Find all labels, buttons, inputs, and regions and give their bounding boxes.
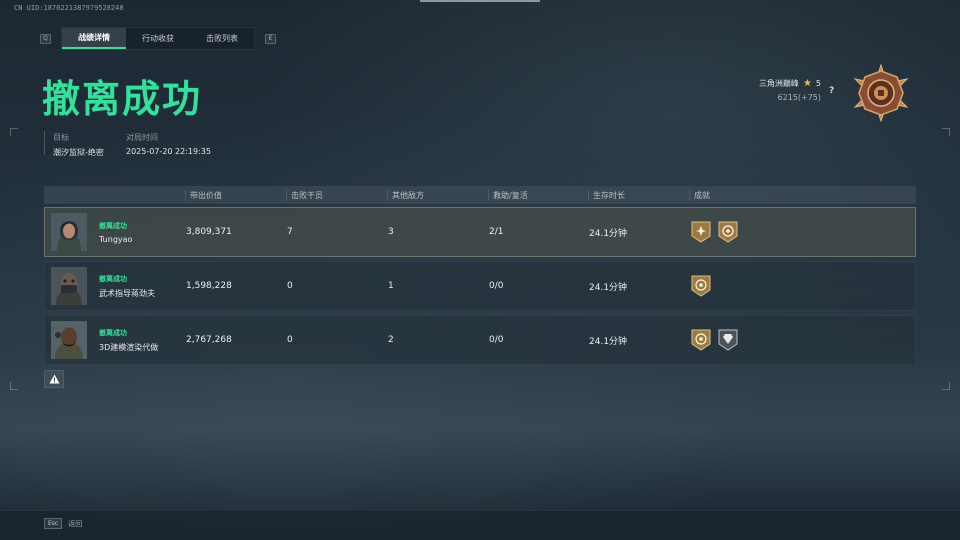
meta-target: 目标 潮汐监狱-绝密 (53, 132, 104, 158)
back-label: 返回 (68, 519, 83, 528)
warning-icon (49, 374, 59, 384)
frame-corner (10, 382, 18, 390)
gold-star-badge-icon[interactable] (690, 220, 712, 244)
gold-compass-badge-icon[interactable] (690, 274, 712, 298)
rank-info: 三角洲巅峰 ★ 5 6215(+75) (759, 78, 821, 102)
gold-compass-badge-icon[interactable] (690, 328, 712, 352)
header-survival: 生存时长 (588, 189, 689, 201)
header-assist: 救助/复活 (488, 189, 588, 201)
cell-achievements (690, 274, 915, 298)
target-label: 目标 (53, 133, 69, 142)
table-row[interactable]: 撤离成功 武术指导蒋劲夫 1,598,228 0 1 0/0 24.1分钟 (44, 261, 916, 311)
table-header: 带出价值 击败干员 其他敌方 救助/复活 生存时长 成就 (44, 186, 916, 204)
time-label: 对局时间 (126, 133, 158, 142)
table-row[interactable]: 撤离成功 Tungyao 3,809,371 7 3 2/1 24.1分钟 (44, 207, 916, 257)
operator-avatar (51, 213, 87, 251)
header-other: 其他敌方 (387, 189, 488, 201)
help-icon[interactable]: ? (829, 86, 834, 96)
player-name[interactable]: Tungyao (99, 235, 132, 244)
operator-avatar (51, 321, 87, 359)
cell-survival: 24.1分钟 (589, 228, 628, 239)
tab-prev-key[interactable]: Q (40, 33, 51, 44)
target-value: 潮汐监狱-绝密 (53, 148, 104, 157)
tab-kill-list[interactable]: 击败列表 (190, 28, 254, 49)
cell-kills: 0 (287, 281, 293, 291)
tab-action-loot[interactable]: 行动收获 (126, 28, 190, 49)
header-achievements: 成就 (689, 189, 916, 201)
cell-kills: 0 (287, 335, 293, 345)
frame-corner (10, 128, 18, 136)
player-status: 撤离成功 (99, 328, 127, 337)
cell-value: 1,598,228 (186, 281, 232, 291)
top-notch (420, 0, 540, 2)
frame-corner (942, 382, 950, 390)
player-cell: 撤离成功 3D建模渲染代做 (45, 321, 186, 359)
cell-assist: 0/0 (489, 281, 504, 291)
frame-corner (942, 128, 950, 136)
esc-key[interactable]: Esc (44, 518, 63, 529)
player-uid: CN UID:1870221387979528248 (14, 4, 124, 12)
rank-tier: 三角洲巅峰 (758, 79, 799, 88)
header-kills: 击败干员 (286, 189, 387, 201)
player-status: 撤离成功 (99, 274, 127, 283)
silver-gem-badge-icon[interactable] (717, 328, 739, 352)
rank-stars: 5 (815, 79, 821, 88)
rank-medal-icon[interactable] (852, 64, 910, 122)
result-title: 撤离成功 (42, 77, 203, 121)
meta-time: 对局时间 2025-07-20 22:19:35 (126, 132, 211, 156)
tab-group: 战绩详情 行动收获 击败列表 (61, 27, 255, 50)
cell-value: 3,809,371 (186, 227, 232, 237)
scoreboard-table: 带出价值 击败干员 其他敌方 救助/复活 生存时长 成就 撤离成功 Tungya… (44, 186, 916, 365)
header-value: 带出价值 (185, 189, 286, 201)
report-button[interactable] (44, 370, 64, 388)
cell-value: 2,767,268 (186, 335, 232, 345)
cell-kills: 7 (287, 227, 293, 237)
rank-score: 6215(+75) (777, 93, 821, 102)
player-status: 撤离成功 (99, 221, 127, 230)
star-icon: ★ (802, 78, 812, 89)
gold-compass-badge-icon[interactable] (717, 220, 739, 244)
meta-divider (44, 131, 45, 155)
time-value: 2025-07-20 22:19:35 (126, 147, 211, 156)
player-cell: 撤离成功 Tungyao (45, 213, 186, 251)
cell-assist: 0/0 (489, 335, 504, 345)
cell-achievements (690, 220, 915, 244)
bottom-bar (0, 510, 960, 540)
operator-avatar (51, 267, 87, 305)
player-name[interactable]: 3D建模渲染代做 (99, 342, 158, 353)
cell-achievements (690, 328, 915, 352)
cell-other: 3 (388, 227, 394, 237)
table-row[interactable]: 撤离成功 3D建模渲染代做 2,767,268 0 2 0/0 24.1分钟 (44, 315, 916, 365)
cell-survival: 24.1分钟 (589, 282, 628, 293)
tab-battle-details[interactable]: 战绩详情 (62, 28, 126, 49)
tab-next-key[interactable]: E (265, 33, 276, 44)
cell-assist: 2/1 (489, 227, 504, 237)
back-control[interactable]: Esc 返回 (44, 518, 82, 529)
cell-other: 1 (388, 281, 394, 291)
cell-other: 2 (388, 335, 394, 345)
cell-survival: 24.1分钟 (589, 336, 628, 347)
tab-bar: Q 战绩详情 行动收获 击败列表 E (40, 27, 276, 50)
background-fog (0, 360, 960, 510)
player-cell: 撤离成功 武术指导蒋劲夫 (45, 267, 186, 305)
player-name[interactable]: 武术指导蒋劲夫 (99, 288, 155, 299)
